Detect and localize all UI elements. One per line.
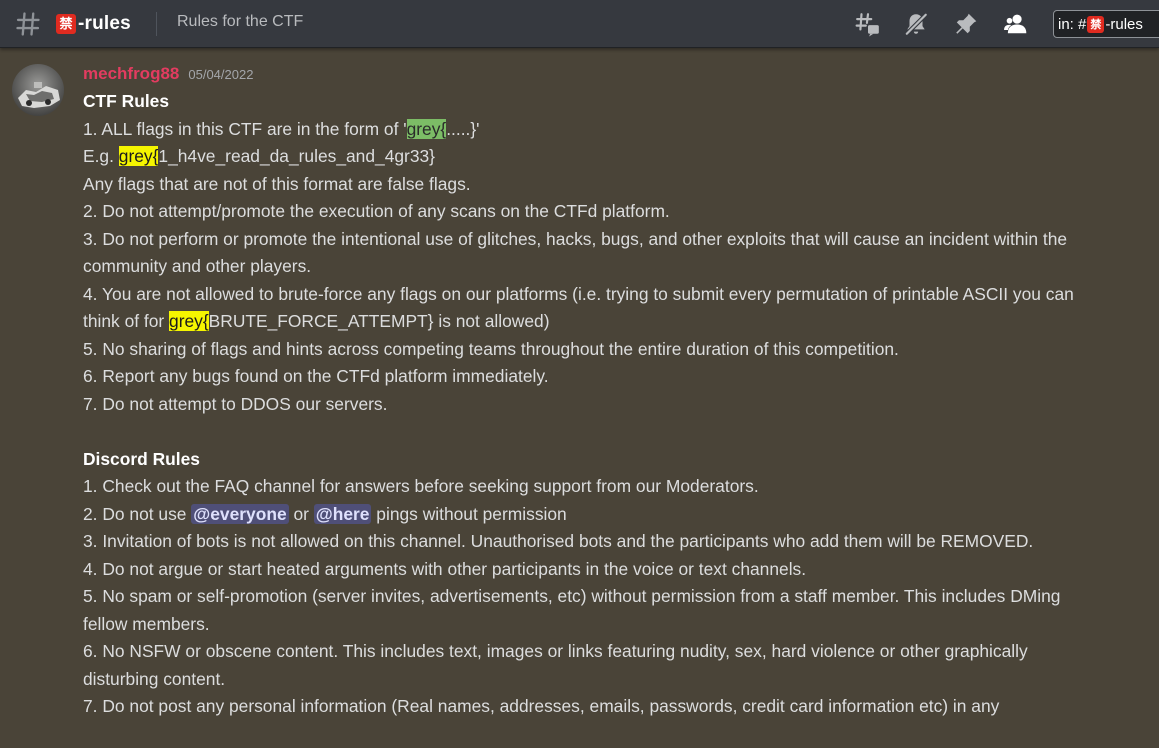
search-input[interactable]: in: # 禁 -rules xyxy=(1053,10,1159,38)
rule-text: 1_h4ve_read_da_rules_and_4gr33} xyxy=(158,146,435,166)
discord-rules-heading: Discord Rules xyxy=(83,448,200,469)
channel-topic: Rules for the CTF xyxy=(177,13,304,30)
message-timestamp: 05/04/2022 xyxy=(188,67,254,82)
ctf-rule-line: E.g. grey{1_h4ve_read_da_rules_and_4gr33… xyxy=(83,143,1103,171)
discord-rule-line: 1. Check out the FAQ channel for answers… xyxy=(83,476,759,496)
discord-rule-line: 4. Do not argue or start heated argument… xyxy=(83,558,807,579)
ctf-rule-line: 3. Do not perform or promote the intenti… xyxy=(83,228,1068,277)
flag-format-highlight: grey{ xyxy=(118,146,159,166)
rule-text: E.g. xyxy=(83,146,119,166)
discord-rule-line: 2. Do not use @everyone or @here pings w… xyxy=(83,501,1103,529)
everyone-mention[interactable]: @everyone xyxy=(191,503,289,524)
channel-header: 禁 -rules Rules for the CTF in: # 禁 -rule… xyxy=(0,0,1159,48)
ctf-rule-line: 7. Do not attempt to DDOS our servers. xyxy=(83,393,388,414)
avatar-image xyxy=(12,64,64,116)
mute-notifications-icon[interactable] xyxy=(903,11,929,37)
flag-format-highlight: grey{ xyxy=(406,118,447,139)
threads-icon[interactable] xyxy=(855,11,881,37)
rule-text: 2. Do not use xyxy=(83,503,192,524)
message-content: CTF Rules 1. ALL flags in this CTF are i… xyxy=(83,88,1103,721)
search-channel-name: -rules xyxy=(1105,15,1143,33)
discord-rule-line: 5. No spam or self-promotion (server inv… xyxy=(83,586,1061,634)
member-list-icon[interactable] xyxy=(1003,11,1029,37)
channel-name: -rules xyxy=(78,13,131,34)
rule-text: or xyxy=(288,503,314,524)
discord-rule-line: 3. Invitation of bots is not allowed on … xyxy=(83,531,1034,551)
header-divider xyxy=(156,12,157,36)
hash-icon xyxy=(16,12,40,36)
message-header: mechfrog88 05/04/2022 xyxy=(83,64,253,84)
ctf-rule-line: 5. No sharing of flags and hints across … xyxy=(83,338,899,359)
search-prefix: in: # xyxy=(1058,15,1087,33)
rule-text: pings without permission xyxy=(371,503,567,524)
rule-text: BRUTE_FORCE_ATTEMPT} is not allowed) xyxy=(208,311,550,331)
ctf-rule-line: 4. You are not allowed to brute-force an… xyxy=(83,281,1103,336)
ctf-rule-line: Any flags that are not of this format ar… xyxy=(83,173,471,194)
discord-rule-line: 7. Do not post any personal information … xyxy=(83,696,1000,716)
ctf-rule-line: 1. ALL flags in this CTF are in the form… xyxy=(83,116,1103,144)
flag-format-highlight: grey{ xyxy=(169,311,209,331)
ctf-rules-heading: CTF Rules xyxy=(83,91,169,111)
rule-text: 1. ALL flags in this CTF are in the form… xyxy=(83,118,407,139)
channel-title: 禁 -rules xyxy=(56,11,131,37)
channel-emoji-badge: 禁 xyxy=(56,14,76,34)
avatar[interactable] xyxy=(12,64,64,116)
here-mention[interactable]: @here xyxy=(313,503,372,524)
discord-rule-line: 6. No NSFW or obscene content. This incl… xyxy=(83,641,1028,689)
pin-icon[interactable] xyxy=(953,11,979,37)
search-channel-badge: 禁 xyxy=(1087,15,1105,33)
author-name[interactable]: mechfrog88 xyxy=(83,64,179,84)
ctf-rule-line: 6. Report any bugs found on the CTFd pla… xyxy=(83,366,549,386)
ctf-rule-line: 2. Do not attempt/promote the execution … xyxy=(83,201,670,221)
rule-text: .....}' xyxy=(446,118,480,139)
